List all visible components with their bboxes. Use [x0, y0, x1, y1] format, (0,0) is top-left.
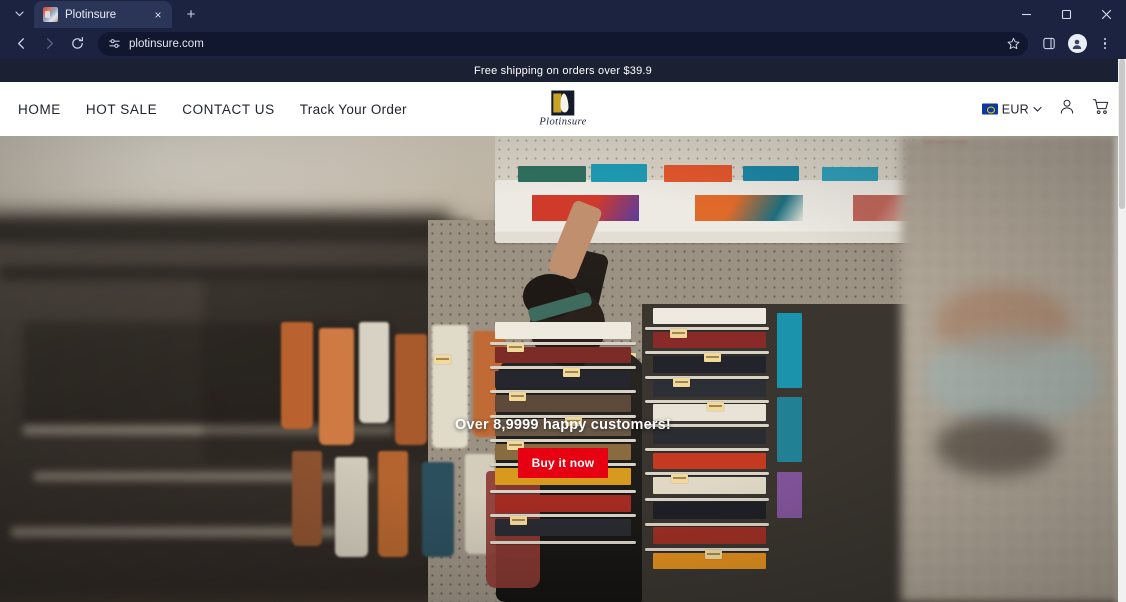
- scrollbar-thumb[interactable]: [1119, 59, 1125, 209]
- tab-strip: Plotinsure × +: [0, 0, 1126, 28]
- account-button[interactable]: [1058, 98, 1076, 121]
- close-window-button[interactable]: [1086, 0, 1126, 28]
- arrow-left-icon: [17, 38, 24, 49]
- eu-flag-icon: [981, 103, 998, 115]
- site-logo[interactable]: Plotinsure: [539, 90, 587, 128]
- reload-icon: [71, 37, 83, 49]
- shopping-cart-icon: [1092, 99, 1109, 115]
- currency-label: EUR: [1001, 102, 1029, 116]
- web-page: Free shipping on orders over $39.9 HOME …: [0, 59, 1126, 602]
- split-screen-button[interactable]: [1036, 31, 1062, 57]
- browser-tab[interactable]: Plotinsure ×: [34, 1, 172, 28]
- main-navigation: HOME HOT SALE CONTACT US Track Your Orde…: [18, 102, 407, 117]
- chevron-down-icon: [1033, 106, 1042, 112]
- page-scrollbar[interactable]: [1118, 59, 1126, 602]
- minimize-button[interactable]: [1006, 0, 1046, 28]
- announcement-bar: Free shipping on orders over $39.9: [0, 59, 1126, 82]
- site-settings-icon[interactable]: [106, 37, 122, 50]
- back-button[interactable]: [8, 31, 34, 57]
- new-tab-button[interactable]: +: [178, 1, 204, 27]
- person-icon: [1072, 39, 1082, 49]
- close-icon: [1101, 9, 1111, 19]
- person-icon: [1060, 99, 1074, 114]
- arrow-right-icon: [46, 38, 53, 49]
- toolbar-right-actions: [1036, 31, 1118, 57]
- cart-button[interactable]: [1092, 98, 1110, 121]
- hero-content: Over 8,9999 happy customers! Buy it now: [0, 417, 1126, 478]
- url-text[interactable]: plotinsure.com: [129, 38, 997, 50]
- browser-window: Plotinsure × + plotinsure.com Free shipp…: [0, 0, 1126, 602]
- kebab-menu-icon: [1103, 37, 1107, 50]
- buy-it-now-button[interactable]: Buy it now: [518, 448, 608, 478]
- tab-search-chevron-icon[interactable]: [6, 1, 32, 27]
- plotinsure-logo-mark-icon: [551, 90, 575, 116]
- nav-item-home[interactable]: HOME: [18, 102, 61, 117]
- forward-button[interactable]: [36, 31, 62, 57]
- browser-menu-button[interactable]: [1092, 31, 1118, 57]
- address-bar[interactable]: plotinsure.com: [98, 31, 1028, 56]
- split-screen-icon: [1042, 37, 1055, 50]
- hero-section: Over 8,9999 happy customers! Buy it now: [0, 136, 1126, 602]
- logo-wordmark: Plotinsure: [539, 116, 587, 128]
- site-favicon: [43, 7, 58, 22]
- site-header: HOME HOT SALE CONTACT US Track Your Orde…: [0, 82, 1126, 136]
- window-controls: [1006, 0, 1126, 28]
- tab-title: Plotinsure: [65, 8, 117, 21]
- reload-button[interactable]: [64, 31, 90, 57]
- nav-item-contact-us[interactable]: CONTACT US: [182, 102, 275, 117]
- star-icon: [1007, 37, 1019, 50]
- chevron-down-icon: [14, 11, 24, 17]
- maximize-icon: [1061, 9, 1071, 19]
- bookmark-star-icon[interactable]: [1004, 37, 1022, 50]
- currency-selector[interactable]: EUR: [981, 102, 1042, 116]
- browser-toolbar: plotinsure.com: [0, 28, 1126, 59]
- close-icon[interactable]: ×: [150, 7, 166, 23]
- nav-item-hot-sale[interactable]: HOT SALE: [86, 102, 157, 117]
- sliders-icon: [108, 39, 120, 48]
- hero-headline: Over 8,9999 happy customers!: [455, 417, 671, 433]
- maximize-button[interactable]: [1046, 0, 1086, 28]
- avatar: [1067, 34, 1087, 53]
- hero-background-image: [0, 136, 1126, 602]
- nav-item-track-your-order[interactable]: Track Your Order: [300, 102, 407, 117]
- chevron-down-glyph: [1033, 106, 1042, 112]
- header-actions: EUR: [981, 98, 1110, 121]
- minimize-icon: [1021, 13, 1031, 15]
- profile-button[interactable]: [1064, 31, 1090, 57]
